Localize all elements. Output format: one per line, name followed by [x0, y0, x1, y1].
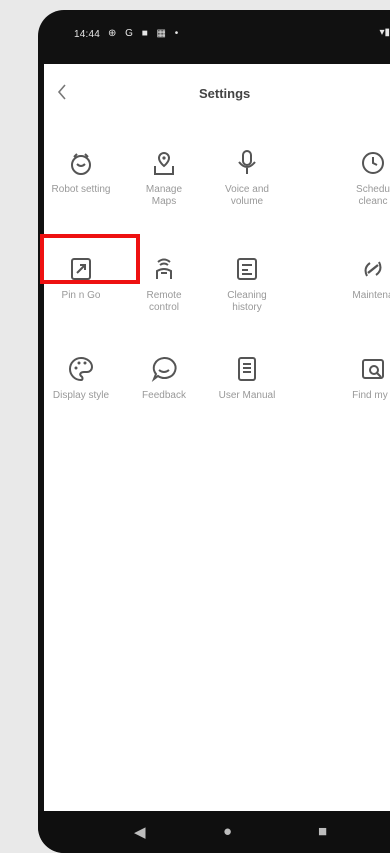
page-title: Settings — [199, 86, 251, 101]
grid-label: Schedu cleanc — [356, 184, 390, 207]
status-time: 14:44 — [74, 29, 101, 40]
phone-frame: 14:44 ⊕ G ■ ▦ • ▾▮ Settings Robot settin… — [38, 10, 390, 853]
nav-back-button[interactable]: ◀ — [134, 823, 146, 841]
grid-label: Voice and volume — [225, 184, 269, 207]
grid-label: Robot setting — [51, 184, 111, 195]
nav-recents-button[interactable]: ■ — [318, 823, 327, 840]
settings-screen: Settings Robot setting Manage Maps Voice… — [44, 64, 390, 821]
grid-item-maintenance[interactable]: Maintena — [328, 254, 390, 302]
maintenance-icon — [364, 261, 382, 277]
find-robot-icon — [362, 359, 384, 379]
highlight-box — [40, 234, 140, 284]
back-button[interactable] — [56, 82, 76, 106]
header: Settings — [44, 64, 390, 124]
grid-item-robot-setting[interactable]: Robot setting — [38, 148, 126, 196]
robot-icon — [71, 153, 91, 175]
grid-label: Manage Maps — [145, 184, 183, 207]
nav-home-button[interactable]: ● — [223, 823, 232, 840]
grid-label: Maintena — [352, 290, 390, 301]
chat-bubble-icon — [151, 356, 177, 382]
status-bar: 14:44 ⊕ G ■ ▦ • ▾▮ — [38, 10, 390, 60]
status-icons-left: ⊕ G ■ ▦ • — [108, 28, 182, 39]
grid-item-schedule-cleaning[interactable]: Schedu cleanc — [328, 148, 390, 208]
grid-label: Remote control — [146, 290, 182, 313]
grid-label: Display style — [52, 390, 110, 401]
grid-item-feedback[interactable]: Feedback — [119, 354, 209, 402]
grid-label: Cleaning history — [227, 290, 267, 313]
grid-label: Feedback — [142, 390, 186, 401]
chevron-left-icon — [57, 84, 66, 100]
manual-icon — [238, 357, 256, 381]
palette-icon — [69, 356, 94, 382]
grid-item-manage-maps[interactable]: Manage Maps — [119, 148, 209, 208]
grid-item-user-manual[interactable]: User Manual — [202, 354, 292, 402]
grid-item-voice-volume[interactable]: Voice and volume — [202, 148, 292, 208]
android-nav-bar: ◀ ● ■ — [38, 811, 390, 853]
grid-item-cleaning-history[interactable]: Cleaning history — [202, 254, 292, 314]
microphone-icon — [238, 150, 256, 174]
history-icon — [237, 258, 257, 280]
grid-label: Pin n Go — [61, 290, 101, 301]
clock-icon — [362, 152, 384, 174]
grid-item-display-style[interactable]: Display style — [38, 354, 126, 402]
grid-label: User Manual — [218, 390, 276, 401]
status-icons-right: ▾▮ — [379, 27, 390, 38]
grid-item-find-my-robot[interactable]: Find my r — [328, 354, 390, 402]
grid-label: Find my r — [352, 390, 390, 401]
map-icon — [154, 151, 174, 175]
remote-control-icon — [156, 258, 172, 279]
